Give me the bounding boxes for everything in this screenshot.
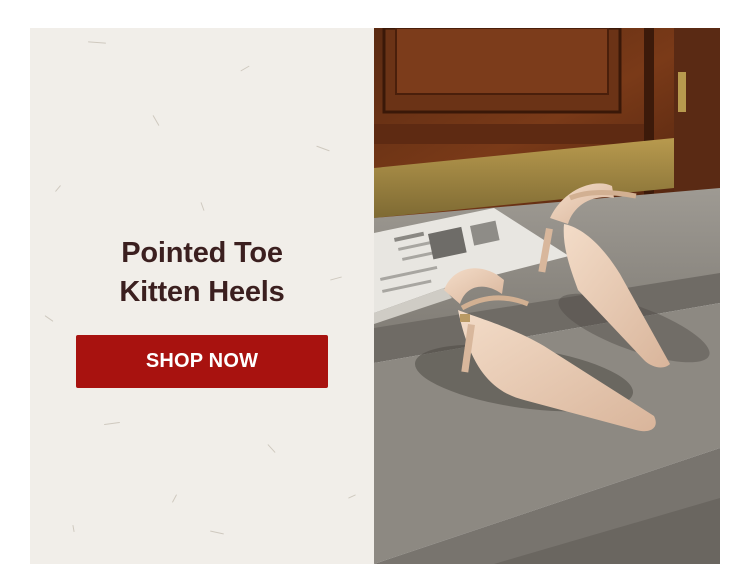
- paper-texture-fleck: [316, 145, 330, 152]
- paper-texture-fleck: [200, 202, 205, 211]
- paper-texture-fleck: [348, 494, 356, 499]
- promo-headline: Pointed Toe Kitten Heels: [30, 234, 374, 312]
- paper-texture-fleck: [267, 444, 276, 453]
- product-photo[interactable]: [374, 28, 720, 564]
- paper-texture-fleck: [104, 421, 120, 426]
- headline-line-1: Pointed Toe: [121, 237, 283, 269]
- promo-banner[interactable]: Pointed Toe Kitten Heels SHOP NOW: [30, 28, 720, 564]
- paper-texture-fleck: [171, 494, 178, 503]
- paper-texture-fleck: [152, 115, 160, 126]
- paper-texture-fleck: [72, 524, 75, 533]
- paper-texture-fleck: [210, 530, 224, 535]
- shop-now-button[interactable]: SHOP NOW: [76, 335, 328, 388]
- paper-texture-fleck: [44, 315, 54, 322]
- product-photo-image: [374, 28, 720, 564]
- paper-texture-fleck: [55, 185, 61, 192]
- promo-text-panel: Pointed Toe Kitten Heels SHOP NOW: [30, 28, 374, 564]
- headline-line-2: Kitten Heels: [119, 276, 285, 308]
- paper-texture-fleck: [87, 41, 107, 44]
- paper-texture-fleck: [240, 65, 250, 72]
